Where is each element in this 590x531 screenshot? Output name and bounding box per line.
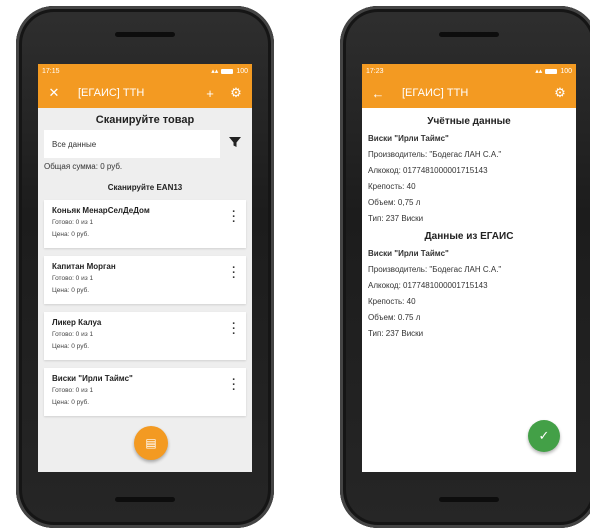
filter-select[interactable]: Все данные	[44, 130, 220, 158]
strength: Крепость: 40	[368, 297, 416, 306]
item-ready: Готово: 0 из 1	[52, 219, 94, 226]
item-price: Цена: 0 руб.	[52, 231, 90, 238]
screen-item-details: 17:23 ▴▴ 100 ← [ЕГАИС] ТТН ⚙ Учётные дан…	[362, 64, 576, 472]
filter-row: Все данные	[38, 130, 252, 158]
filter-icon[interactable]	[224, 135, 246, 153]
bottom-speaker	[439, 497, 499, 502]
alcocode: Алкокод: 0177481000001715143	[368, 281, 488, 290]
gear-icon[interactable]: ⚙	[228, 85, 244, 101]
details-panel: Учётные данные Виски "Ирли Таймс" Произв…	[362, 108, 576, 472]
item-price: Цена: 0 руб.	[52, 287, 90, 294]
gear-icon[interactable]: ⚙	[552, 85, 568, 101]
total-sum: Общая сумма: 0 руб.	[44, 162, 123, 171]
status-time: 17:23	[366, 67, 384, 75]
scan-title: Сканируйте товар	[95, 114, 195, 126]
section-title-egais: Данные из ЕГАИС	[424, 231, 514, 242]
item-name: Капитан Морган	[52, 262, 116, 271]
status-bar: 17:15 ▴▴ 100	[38, 64, 252, 78]
more-vert-icon[interactable]: · · ·	[232, 375, 236, 396]
item-ready: Готово: 0 из 1	[52, 331, 94, 338]
right-phone: 17:23 ▴▴ 100 ← [ЕГАИС] ТТН ⚙ Учётные дан…	[340, 6, 590, 528]
app-title: [ЕГАИС] ТТН	[78, 87, 145, 99]
status-bar: 17:23 ▴▴ 100	[362, 64, 576, 78]
app-bar: ✕ [ЕГАИС] ТТН + ⚙	[38, 78, 252, 108]
product-name: Виски "Ирли Таймс"	[368, 249, 449, 258]
item-price: Цена: 0 руб.	[52, 399, 90, 406]
list-item[interactable]: Коньяк МенарСелДеДом Готово: 0 из 1 Цена…	[44, 200, 246, 248]
type: Тип: 237 Виски	[368, 214, 424, 223]
barcode-icon: ▤	[145, 436, 157, 450]
earpiece	[439, 32, 499, 37]
scan-fab-button[interactable]: ▤	[134, 426, 168, 460]
app-bar: ← [ЕГАИС] ТТН ⚙	[362, 78, 576, 108]
item-price: Цена: 0 руб.	[52, 343, 90, 350]
plus-icon[interactable]: +	[202, 86, 218, 101]
more-vert-icon[interactable]: · · ·	[232, 319, 236, 340]
app-title: [ЕГАИС] ТТН	[402, 87, 469, 99]
battery-icon	[545, 68, 558, 74]
ean-label: Сканируйте EAN13	[107, 183, 183, 192]
battery-icon	[221, 68, 234, 74]
list-item[interactable]: Капитан Морган Готово: 0 из 1 Цена: 0 ру…	[44, 256, 246, 304]
volume: Объем: 0.75 л	[368, 313, 421, 322]
item-ready: Готово: 0 из 1	[52, 275, 94, 282]
signal-icon: ▴▴	[535, 68, 543, 75]
item-name: Ликер Калуа	[52, 318, 102, 327]
battery-level: 100	[560, 67, 572, 75]
producer: Производитель: "Бодегас ЛАН С.А."	[368, 150, 502, 159]
left-phone: 17:15 ▴▴ 100 ✕ [ЕГАИС] ТТН + ⚙ Сканируйт…	[16, 6, 274, 528]
item-ready: Готово: 0 из 1	[52, 387, 94, 394]
item-name: Виски "Ирли Таймс"	[52, 374, 133, 383]
screen-document-list: 17:15 ▴▴ 100 ✕ [ЕГАИС] ТТН + ⚙ Сканируйт…	[38, 64, 252, 472]
signal-icon: ▴▴	[211, 68, 219, 75]
volume: Объем: 0,75 л	[368, 198, 421, 207]
item-name: Коньяк МенарСелДеДом	[52, 206, 150, 215]
producer: Производитель: "Бодегас ЛАН С.А."	[368, 265, 502, 274]
bottom-speaker	[115, 497, 175, 502]
battery-level: 100	[236, 67, 248, 75]
more-vert-icon[interactable]: · · ·	[232, 263, 236, 284]
close-icon[interactable]: ✕	[46, 85, 62, 101]
more-vert-icon[interactable]: · · ·	[232, 207, 236, 228]
arrow-left-icon[interactable]: ←	[370, 86, 386, 101]
earpiece	[115, 32, 175, 37]
check-icon: ✓	[538, 428, 550, 443]
strength: Крепость: 40	[368, 182, 416, 191]
product-name: Виски "Ирли Таймс"	[368, 134, 449, 143]
list-item[interactable]: Виски "Ирли Таймс" Готово: 0 из 1 Цена: …	[44, 368, 246, 416]
alcocode: Алкокод: 0177481000001715143	[368, 166, 488, 175]
list-item[interactable]: Ликер Калуа Готово: 0 из 1 Цена: 0 руб. …	[44, 312, 246, 360]
status-time: 17:15	[42, 67, 60, 75]
confirm-fab-button[interactable]: ✓	[528, 420, 560, 452]
section-title-accounting: Учётные данные	[427, 116, 511, 127]
type: Тип: 237 Виски	[368, 329, 424, 338]
